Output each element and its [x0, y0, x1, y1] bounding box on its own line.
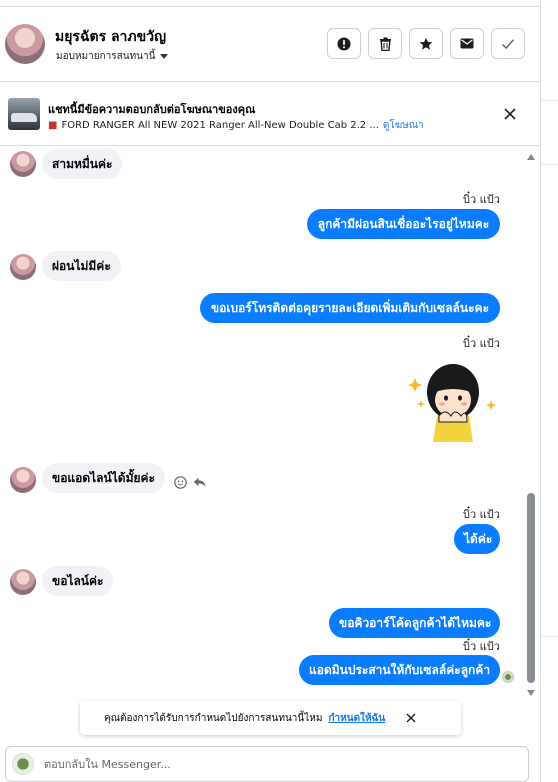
reply-input[interactable] — [44, 757, 464, 771]
delete-button[interactable] — [368, 28, 402, 59]
message-hover-actions — [174, 476, 206, 489]
ad-thumbnail[interactable] — [8, 98, 40, 130]
assign-conversation-dropdown[interactable]: มอบหมายการสนทนานี้ — [56, 49, 169, 64]
incoming-message[interactable]: ขอไลน์ค่ะ — [42, 566, 114, 596]
ad-description: ■ FORD RANGER All NEW 2021 Ranger All-Ne… — [48, 118, 424, 133]
trash-icon — [379, 37, 391, 51]
header-actions — [327, 28, 525, 59]
star-button[interactable] — [409, 28, 443, 59]
ad-banner-title: แชทนี้มีข้อความตอบกลับต่อโฆษณาของคุณ — [48, 103, 256, 116]
scroll-up-arrow[interactable] — [527, 154, 535, 160]
sender-name: บิ๋ว แป้ว — [463, 640, 500, 653]
divider — [541, 636, 558, 637]
outgoing-message[interactable]: ขอคิวอาร์โค้ดลูกค้าได้ไหมคะ — [329, 608, 500, 638]
outgoing-message[interactable]: ขอเบอร์โทรติดต่อคุยรายละเอียดเพิ่มเติมกั… — [200, 293, 500, 323]
girl-sticker[interactable] — [407, 356, 499, 444]
ad-text: FORD RANGER All NEW 2021 Ranger All-New … — [61, 120, 379, 131]
outgoing-message[interactable]: ลูกค้ามีผ่อนสินเชื่ออะไรอยู่ไหมคะ — [307, 209, 500, 239]
incoming-message[interactable]: ขอแอดไลน์ได้มั้ยค่ะ — [42, 463, 165, 493]
contact-avatar-small — [10, 151, 36, 177]
page-avatar — [12, 753, 34, 775]
right-panel-edge — [541, 0, 558, 782]
mail-icon — [460, 38, 474, 49]
incoming-message[interactable]: ผ่อนไม่มีค่ะ — [42, 251, 121, 281]
message-composer — [5, 746, 529, 782]
incoming-message[interactable]: สามหมื่นค่ะ — [42, 149, 123, 179]
outgoing-message[interactable]: แอดมินประสานให้กับเซลล์ค่ะลูกค้า — [299, 655, 500, 685]
check-icon — [501, 38, 515, 49]
report-icon — [337, 37, 351, 50]
car-icon: ■ — [48, 120, 58, 131]
mark-done-button[interactable] — [491, 28, 525, 59]
mark-unread-button[interactable] — [450, 28, 484, 59]
divider — [541, 100, 558, 101]
contact-name[interactable]: มยุรฉัตร ลาภขวัญ — [55, 26, 166, 48]
contact-avatar[interactable] — [5, 24, 45, 64]
assign-notice: คุณต้องการได้รับการกำหนดไปยังการสนทนานี้… — [80, 701, 461, 735]
assign-to-me-link[interactable]: กำหนดให้ฉัน — [328, 711, 385, 726]
message-thread: สามหมื่นค่ะ บิ๋ว แป้ว ลูกค้ามีผ่อนสินเชื… — [0, 147, 541, 696]
sender-name: บิ๋ว แป้ว — [463, 508, 500, 521]
scroll-down-arrow[interactable] — [527, 690, 535, 696]
conversation-header: มยุรฉัตร ลาภขวัญ มอบหมายการสนทนานี้ — [0, 6, 541, 82]
contact-avatar-small — [10, 569, 36, 595]
scrollbar-thumb[interactable] — [527, 493, 535, 683]
read-receipt-avatar — [502, 671, 514, 683]
close-icon[interactable] — [500, 104, 520, 124]
caret-down-icon — [160, 54, 169, 59]
view-ad-link[interactable]: ดูโฆษณา — [383, 118, 424, 133]
contact-avatar-small — [10, 467, 36, 493]
star-icon — [419, 37, 433, 50]
reply-icon[interactable] — [193, 477, 206, 488]
conversation-panel: มยุรฉัตร ลาภขวัญ มอบหมายการสนทนานี้ แชทน… — [0, 0, 541, 782]
report-button[interactable] — [327, 28, 361, 59]
divider — [541, 164, 558, 165]
sender-name: บิ๋ว แป้ว — [463, 337, 500, 350]
contact-avatar-small — [10, 254, 36, 280]
assign-notice-text: คุณต้องการได้รับการกำหนดไปยังการสนทนานี้… — [104, 712, 323, 724]
emoji-icon[interactable] — [174, 476, 187, 489]
assign-label: มอบหมายการสนทนานี้ — [56, 51, 156, 62]
close-icon[interactable] — [405, 712, 417, 724]
outgoing-message[interactable]: ได้ค่ะ — [454, 524, 500, 554]
ad-reply-banner: แชทนี้มีข้อความตอบกลับต่อโฆษณาของคุณ ■ F… — [0, 83, 541, 146]
sender-name: บิ๋ว แป้ว — [463, 193, 500, 206]
